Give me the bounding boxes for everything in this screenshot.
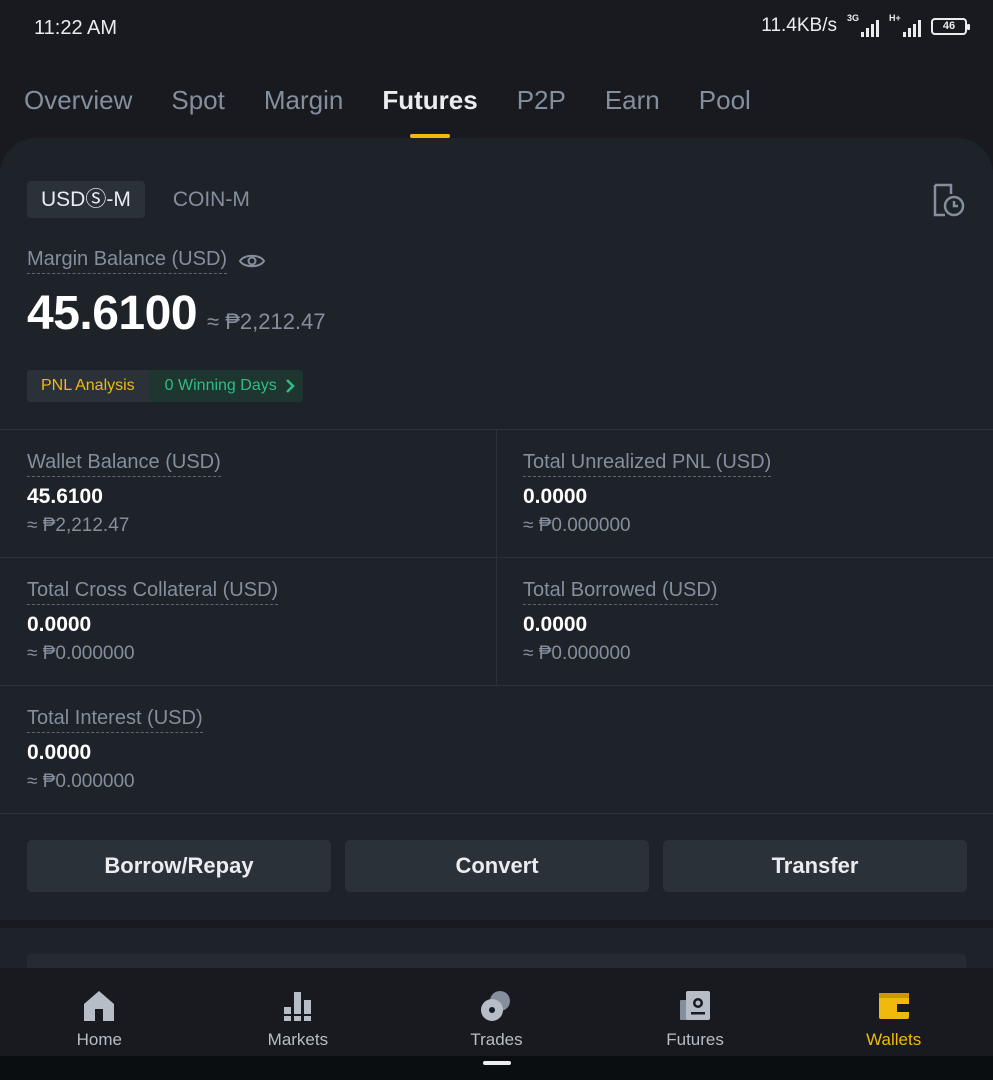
- status-indicators: 11.4KB/s 3G H+ 46: [761, 13, 970, 37]
- eye-icon[interactable]: [239, 252, 266, 270]
- battery-icon: 46: [931, 17, 970, 35]
- margin-balance-value-row: 45.6100 ≈ ₱2,212.47: [27, 286, 326, 341]
- nav-markets[interactable]: Markets: [199, 968, 398, 1056]
- tab-earn[interactable]: Earn: [605, 80, 660, 140]
- futures-icon: [680, 991, 711, 1020]
- margin-balance-value: 45.6100: [27, 287, 198, 340]
- metric-value: 0.0000: [27, 741, 92, 764]
- margin-balance-label-row: Margin Balance (USD): [27, 248, 266, 274]
- winning-days-link[interactable]: 0 Winning Days: [148, 370, 303, 402]
- metric-value: 0.0000: [523, 613, 588, 636]
- wallet-icon: [878, 993, 909, 1019]
- divider: [0, 685, 993, 686]
- pnl-banner: PNL Analysis 0 Winning Days: [27, 370, 303, 402]
- metric-approx: ≈ ₱0.000000: [27, 643, 135, 664]
- status-bar: 11:22 AM 11.4KB/s 3G H+ 46: [0, 0, 993, 58]
- cross-collateral-cell: Total Cross Collateral (USD) 0.0000 ≈ ₱0…: [27, 579, 487, 665]
- nav-label: Trades: [470, 1030, 523, 1049]
- metric-approx: ≈ ₱0.000000: [27, 771, 135, 792]
- total-interest-cell: Total Interest (USD) 0.0000 ≈ ₱0.000000: [27, 707, 487, 793]
- markets-icon: [283, 992, 312, 1021]
- divider: [496, 429, 497, 685]
- tab-margin[interactable]: Margin: [264, 80, 343, 140]
- history-icon[interactable]: [931, 182, 965, 218]
- nav-label: Wallets: [866, 1030, 922, 1049]
- tab-overview[interactable]: Overview: [24, 80, 132, 140]
- nav-trades[interactable]: Trades: [397, 968, 596, 1056]
- signal-3g-icon: 3G: [847, 13, 879, 37]
- metric-value: 0.0000: [27, 613, 92, 636]
- chevron-right-icon: [285, 379, 295, 393]
- metric-label[interactable]: Wallet Balance (USD): [27, 451, 221, 477]
- nav-label: Markets: [267, 1030, 329, 1049]
- metric-label[interactable]: Total Unrealized PNL (USD): [523, 451, 772, 477]
- network-speed: 11.4KB/s: [761, 15, 837, 36]
- margin-balance-label[interactable]: Margin Balance (USD): [27, 248, 228, 274]
- divider: [0, 813, 993, 814]
- metric-approx: ≈ ₱0.000000: [523, 515, 631, 536]
- nav-futures[interactable]: Futures: [596, 968, 795, 1056]
- bottom-nav: Home Markets Trades Futures Wallets: [0, 968, 993, 1056]
- signal-hplus-icon: H+: [889, 13, 921, 37]
- tab-p2p[interactable]: P2P: [517, 80, 566, 140]
- coinm-toggle[interactable]: COIN-M: [159, 181, 264, 218]
- home-icon: [84, 991, 115, 1021]
- unrealized-pnl-cell: Total Unrealized PNL (USD) 0.0000 ≈ ₱0.0…: [523, 451, 983, 537]
- nav-wallets[interactable]: Wallets: [794, 968, 993, 1056]
- metric-value: 45.6100: [27, 485, 103, 508]
- usdm-toggle[interactable]: USDⓈ-M: [27, 181, 145, 218]
- winning-days-label: 0 Winning Days: [164, 377, 277, 394]
- contract-type-switch: USDⓈ-M COIN-M: [27, 181, 278, 218]
- tab-spot[interactable]: Spot: [171, 80, 225, 140]
- total-borrowed-cell: Total Borrowed (USD) 0.0000 ≈ ₱0.000000: [523, 579, 983, 665]
- nav-label: Futures: [666, 1030, 724, 1049]
- home-indicator[interactable]: [483, 1061, 511, 1065]
- pnl-analysis-link[interactable]: PNL Analysis: [27, 370, 149, 402]
- wallet-balance-cell: Wallet Balance (USD) 45.6100 ≈ ₱2,212.47: [27, 451, 487, 537]
- metric-label[interactable]: Total Borrowed (USD): [523, 579, 718, 605]
- borrow-repay-button[interactable]: Borrow/Repay: [27, 840, 331, 892]
- wallet-tabs: Overview Spot Margin Futures P2P Earn Po…: [24, 80, 751, 140]
- metric-approx: ≈ ₱0.000000: [523, 643, 631, 664]
- convert-button[interactable]: Convert: [345, 840, 649, 892]
- metric-value: 0.0000: [523, 485, 588, 508]
- action-buttons: Borrow/Repay Convert Transfer: [27, 840, 967, 892]
- metric-approx: ≈ ₱2,212.47: [27, 515, 130, 536]
- nav-label: Home: [76, 1030, 122, 1049]
- status-time: 11:22 AM: [34, 17, 118, 39]
- tab-pool[interactable]: Pool: [699, 80, 751, 140]
- metric-label[interactable]: Total Cross Collateral (USD): [27, 579, 279, 605]
- trades-icon: [481, 991, 511, 1021]
- metric-label[interactable]: Total Interest (USD): [27, 707, 203, 733]
- nav-home[interactable]: Home: [0, 968, 199, 1056]
- futures-card: USDⓈ-M COIN-M Margin Balance (USD) 45.61…: [0, 138, 993, 920]
- system-nav-bar: [0, 1056, 993, 1080]
- margin-balance-approx: ≈ ₱2,212.47: [207, 309, 326, 334]
- transfer-button[interactable]: Transfer: [663, 840, 967, 892]
- tab-futures[interactable]: Futures: [382, 80, 477, 140]
